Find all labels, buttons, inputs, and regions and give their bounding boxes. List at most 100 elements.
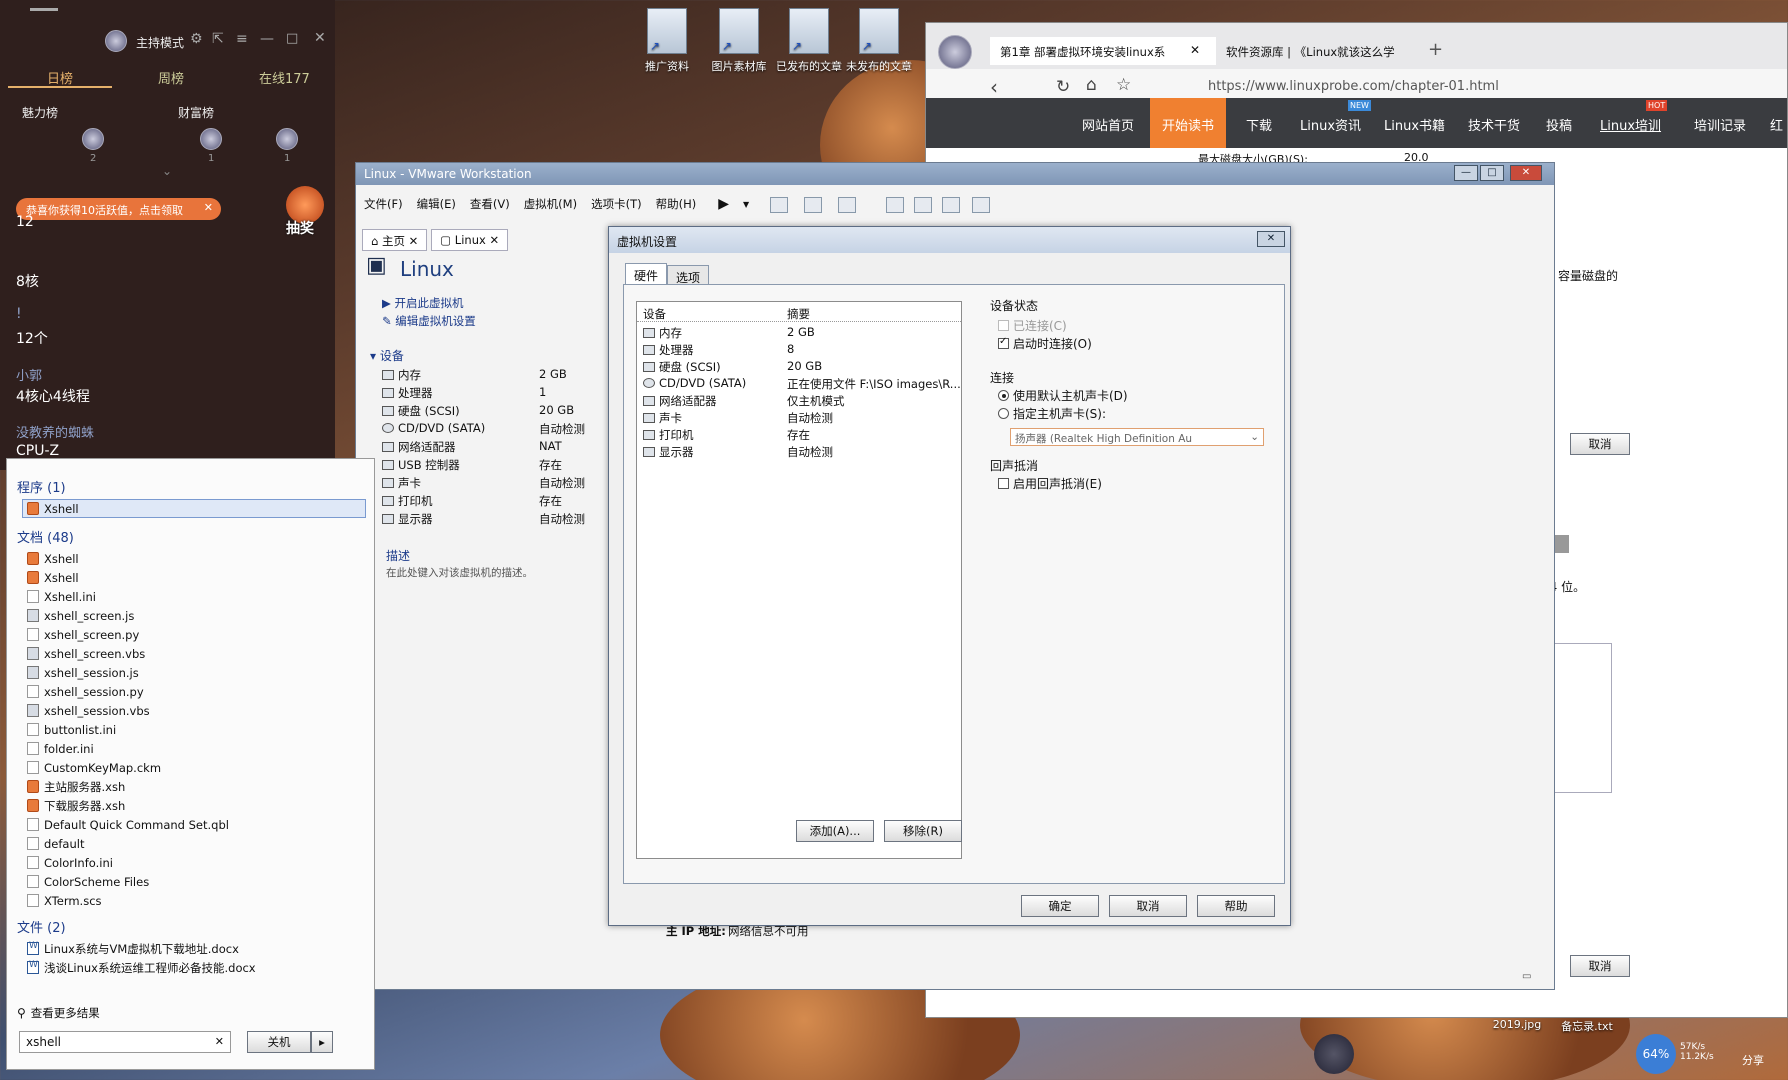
share-label[interactable]: 分享	[1742, 1052, 1764, 1068]
power-on-link[interactable]: ▶ 开启此虚拟机	[382, 295, 464, 311]
tab-weekly[interactable]: 周榜	[158, 68, 184, 87]
search-input[interactable]: xshell ✕	[19, 1031, 231, 1053]
checkbox[interactable]	[998, 320, 1009, 331]
connect-at-power-on-checkbox[interactable]: 启动时连接(O)	[998, 335, 1092, 352]
see-more-results-link[interactable]: ⚲ 查看更多结果	[17, 1003, 100, 1022]
lottery-button[interactable]: 抽奖	[286, 186, 326, 238]
ok-button[interactable]: 确定	[1021, 895, 1099, 917]
unity-icon[interactable]	[972, 197, 990, 213]
devices-header[interactable]: ▾ 设备	[370, 347, 404, 364]
menu-tabs[interactable]: 选项卡(T)	[591, 196, 642, 212]
menu-file[interactable]: 文件(F)	[364, 196, 403, 212]
table-row[interactable]: 声卡 自动检测	[637, 409, 961, 426]
profile-avatar[interactable]	[938, 35, 972, 69]
cancel-button[interactable]: 取消	[1570, 955, 1630, 977]
close-icon[interactable]: ✕	[1190, 43, 1200, 57]
menu-icon[interactable]: ≡	[236, 31, 248, 47]
table-row[interactable]: 网络适配器 仅主机模式	[637, 392, 961, 409]
tab-daily[interactable]: 日榜	[47, 68, 73, 87]
list-item[interactable]: xshell_session.vbs	[27, 701, 150, 720]
edit-settings-link[interactable]: ✎ 编辑虚拟机设置	[382, 313, 476, 329]
share-icon[interactable]: ⇱	[212, 31, 224, 47]
rank-avatar[interactable]	[200, 128, 222, 150]
play-icon[interactable]: ▶	[718, 196, 729, 212]
device-row[interactable]: 显示器	[382, 511, 433, 527]
list-item[interactable]: buttonlist.ini	[27, 720, 116, 739]
table-row[interactable]: CD/DVD (SATA) 正在使用文件 F:\ISO images\R...	[637, 375, 961, 392]
clear-icon[interactable]: ✕	[215, 1035, 224, 1048]
list-item[interactable]: XTerm.scs	[27, 891, 102, 910]
list-item[interactable]: Default Quick Command Set.qbl	[27, 815, 229, 834]
list-item[interactable]: Linux系统与VM虚拟机下载地址.docx	[27, 939, 239, 958]
maximize-button[interactable]: □	[1480, 165, 1504, 181]
browser-tab-active[interactable]: 第1章 部署虚拟环境安装linux系	[990, 37, 1216, 65]
shutdown-options-button[interactable]: ▸	[311, 1031, 333, 1053]
menu-view[interactable]: 查看(V)	[470, 196, 510, 212]
dialog-titlebar[interactable]: 虚拟机设置	[609, 227, 1290, 253]
description-field[interactable]: 在此处键入对该虚拟机的描述。	[386, 565, 533, 580]
wealth-rank-label[interactable]: 财富榜	[178, 104, 214, 121]
reward-notice[interactable]: 恭喜你获得10活跃值，点击领取 ✕	[16, 198, 221, 220]
help-button[interactable]: 帮助	[1197, 895, 1275, 917]
chevron-down-icon[interactable]: ▼	[743, 200, 749, 209]
device-row[interactable]: 内存	[382, 367, 421, 383]
desktop-icon[interactable]: 图片素材库	[702, 8, 776, 74]
list-item[interactable]: Xshell.ini	[27, 587, 96, 606]
close-button[interactable]: ✕	[1257, 231, 1285, 247]
tab-home[interactable]: ⌂ 主页 ✕	[362, 229, 428, 251]
connected-checkbox[interactable]: 已连接(C)	[998, 317, 1067, 334]
device-row[interactable]: 网络适配器	[382, 439, 456, 455]
nav-home[interactable]: 网站首页	[1082, 115, 1134, 134]
table-row[interactable]: 显示器 自动检测	[637, 443, 961, 460]
chevron-down-icon[interactable]: ⌄	[162, 164, 172, 178]
cancel-button[interactable]: 取消	[1109, 895, 1187, 917]
cancel-button[interactable]: 取消	[1570, 433, 1630, 455]
minimize-icon[interactable]: —	[260, 31, 274, 47]
add-button[interactable]: 添加(A)...	[796, 820, 874, 842]
nav-start-reading[interactable]: 开始读书	[1150, 98, 1227, 148]
nav-linux-news[interactable]: Linux资讯	[1300, 115, 1361, 134]
checkbox[interactable]	[998, 336, 1009, 349]
menu-vm[interactable]: 虚拟机(M)	[524, 196, 577, 212]
list-item[interactable]: 主站服务器.xsh	[27, 777, 125, 796]
table-row[interactable]: 硬盘 (SCSI) 20 GB	[637, 358, 961, 375]
revert-icon[interactable]	[804, 197, 822, 213]
list-item[interactable]: ColorInfo.ini	[27, 853, 113, 872]
fullscreen-icon[interactable]	[942, 197, 960, 213]
list-item[interactable]: CustomKeyMap.ckm	[27, 758, 161, 777]
list-item[interactable]: xshell_screen.vbs	[27, 644, 145, 663]
desktop-icon[interactable]: 已发布的文章	[772, 8, 846, 74]
back-icon[interactable]: ‹	[990, 75, 998, 99]
list-item[interactable]: xshell_session.js	[27, 663, 139, 682]
nav-linux-books[interactable]: Linux书籍	[1384, 115, 1445, 134]
desktop-icon[interactable]: 推广资料	[630, 8, 704, 74]
table-row[interactable]: 处理器 8	[637, 341, 961, 358]
manage-snapshots-icon[interactable]	[838, 197, 856, 213]
rank-avatar[interactable]	[276, 128, 298, 150]
program-result[interactable]: Xshell	[22, 499, 366, 518]
list-item[interactable]: xshell_screen.py	[27, 625, 139, 644]
device-row[interactable]: 硬盘 (SCSI)	[382, 403, 460, 419]
device-row[interactable]: 声卡	[382, 475, 421, 491]
vmware-titlebar[interactable]: Linux - VMware Workstation	[356, 163, 1554, 185]
list-item[interactable]: Xshell	[27, 568, 79, 587]
list-item[interactable]: 下载服务器.xsh	[27, 796, 125, 815]
desktop-icon[interactable]: 未发布的文章	[842, 8, 916, 74]
desktop-icon[interactable]: 2019.jpg	[1480, 1018, 1554, 1031]
list-item[interactable]: 浅谈Linux系统运维工程师必备技能.docx	[27, 958, 256, 977]
radio[interactable]	[998, 408, 1009, 419]
list-item[interactable]: Xshell	[27, 549, 79, 568]
close-icon[interactable]: ✕	[204, 201, 213, 214]
use-default-radio[interactable]: 使用默认主机声卡(D)	[998, 387, 1128, 404]
table-row[interactable]: 内存 2 GB	[637, 324, 961, 341]
specify-radio[interactable]: 指定主机声卡(S):	[998, 405, 1106, 422]
star-icon[interactable]: ☆	[1116, 75, 1131, 95]
nav-training-log[interactable]: 培训记录	[1694, 115, 1746, 134]
console-view-icon[interactable]	[914, 197, 932, 213]
radio[interactable]	[998, 390, 1009, 401]
checkbox[interactable]	[998, 478, 1009, 489]
menu-edit[interactable]: 编辑(E)	[417, 196, 456, 212]
nav-submit[interactable]: 投稿	[1546, 115, 1572, 134]
list-item[interactable]: default	[27, 834, 84, 853]
url-input[interactable]: https://www.linuxprobe.com/chapter-01.ht…	[1208, 79, 1499, 94]
